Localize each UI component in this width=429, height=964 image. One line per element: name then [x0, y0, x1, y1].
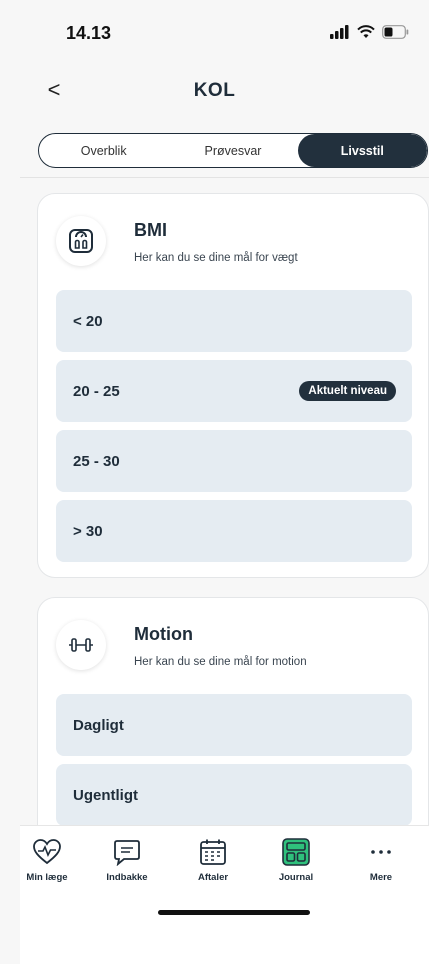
- level-label: Dagligt: [73, 716, 124, 734]
- bottom-tab-bar: Min læge Indbakke Aftaler Journal Mere: [20, 825, 429, 964]
- tab-label: Aftaler: [197, 872, 229, 883]
- level-label: > 30: [73, 522, 103, 540]
- motion-card: Motion Her kan du se dine mål for motion…: [37, 597, 429, 857]
- segmented-tabs: Overblik Prøvesvar Livsstil: [38, 133, 428, 168]
- bmi-level-row[interactable]: > 30: [56, 500, 412, 562]
- battery-icon: [382, 25, 409, 39]
- status-time: 14.13: [66, 23, 112, 43]
- bmi-card: BMI Her kan du se dine mål for vægt < 20…: [37, 193, 429, 578]
- journal-icon: [282, 838, 310, 866]
- tab-journal[interactable]: Journal: [256, 838, 336, 883]
- calendar-icon: [200, 839, 226, 865]
- motion-subtitle: Her kan du se dine mål for motion: [134, 656, 307, 668]
- level-label: 20 - 25: [73, 382, 120, 400]
- signal-icon: [330, 25, 349, 39]
- bmi-subtitle: Her kan du se dine mål for vægt: [134, 252, 298, 264]
- tab-aftaler[interactable]: Aftaler: [173, 838, 253, 883]
- tab-provesvar[interactable]: Prøvesvar: [168, 134, 297, 167]
- tab-label: Min læge: [26, 872, 68, 883]
- dumbbell-icon: [69, 638, 93, 652]
- bmi-level-row[interactable]: 25 - 30: [56, 430, 412, 492]
- tab-label: Indbakke: [106, 872, 148, 883]
- bmi-title: BMI: [134, 220, 167, 240]
- divider: [20, 177, 429, 178]
- heart-pulse-icon: [33, 839, 61, 865]
- tab-label: Journal: [278, 872, 314, 883]
- page-title: KOL: [193, 80, 236, 101]
- scale-icon: [69, 229, 93, 253]
- level-label: Ugentligt: [73, 786, 138, 804]
- motion-level-row[interactable]: Ugentligt: [56, 764, 412, 826]
- tab-min-laege[interactable]: Min læge: [7, 838, 87, 883]
- level-label: < 20: [73, 312, 103, 330]
- tab-label: Mere: [369, 872, 393, 883]
- motion-level-row[interactable]: Dagligt: [56, 694, 412, 756]
- wifi-icon: [357, 25, 375, 38]
- status-icons: [330, 25, 409, 39]
- bmi-level-row[interactable]: 20 - 25 Aktuelt niveau: [56, 360, 412, 422]
- tab-indbakke[interactable]: Indbakke: [87, 838, 167, 883]
- bmi-level-row[interactable]: < 20: [56, 290, 412, 352]
- level-label: 25 - 30: [73, 452, 120, 470]
- bmi-icon-wrap: [56, 216, 106, 266]
- home-indicator[interactable]: [158, 910, 310, 915]
- current-level-badge: Aktuelt niveau: [299, 381, 396, 401]
- more-icon: [371, 850, 391, 854]
- motion-title: Motion: [134, 624, 193, 644]
- tab-mere[interactable]: Mere: [341, 838, 421, 883]
- tab-overblik[interactable]: Overblik: [39, 134, 168, 167]
- nav-header: < KOL: [0, 64, 429, 120]
- chat-icon: [114, 840, 140, 866]
- status-bar: 14.13: [0, 0, 429, 64]
- motion-icon-wrap: [56, 620, 106, 670]
- tab-livsstil[interactable]: Livsstil: [297, 134, 427, 167]
